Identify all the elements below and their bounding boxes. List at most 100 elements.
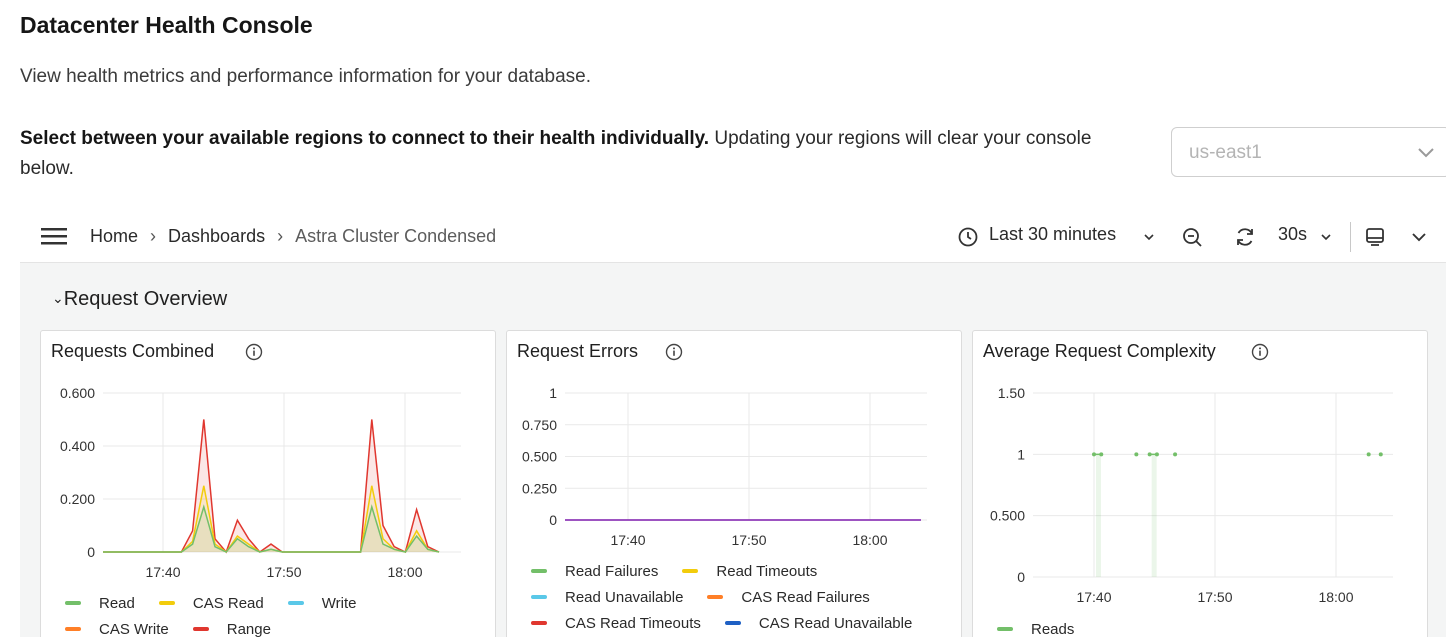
row-toggle-request-overview[interactable]: ⌄Request Overview: [52, 288, 227, 311]
breadcrumb-current: Astra Cluster Condensed: [295, 226, 497, 246]
legend-item[interactable]: CAS Read: [158, 594, 264, 612]
legend-label: Read Failures: [565, 562, 659, 580]
zoom-out-icon[interactable]: [1181, 226, 1203, 248]
chevron-down-icon[interactable]: [1408, 226, 1430, 248]
x-tick-label: 17:50: [731, 532, 766, 548]
breadcrumb-home[interactable]: Home: [90, 226, 138, 247]
legend-row: Reads: [997, 616, 1098, 637]
legend-label: CAS Read: [192, 594, 264, 612]
legend-row: Read Unavailable CAS Read Failures: [531, 584, 936, 610]
legend-swatch: [531, 595, 547, 599]
region-instructions-bold: Select between your available regions to…: [20, 128, 710, 149]
legend-item[interactable]: Read: [65, 595, 135, 612]
breadcrumb-dashboards[interactable]: Dashboards: [168, 226, 265, 247]
breadcrumb-separator: ›: [277, 226, 284, 246]
x-tick-label: 18:00: [1318, 589, 1353, 605]
data-point-reads: [1173, 452, 1178, 457]
legend-swatch: [531, 621, 547, 625]
region-instructions: Select between your available regions to…: [20, 124, 1140, 184]
legend-row: CAS Write Range: [65, 616, 380, 637]
data-point-reads: [1154, 452, 1159, 457]
legend-swatch: [997, 627, 1013, 631]
data-point-reads: [1092, 452, 1096, 457]
panel-requests-combined: Requests Combined 0 0.200 0.400 0.600 17:40 1…: [40, 330, 496, 637]
page-description: View health metrics and performance info…: [20, 66, 592, 87]
series-line-range: [103, 419, 440, 554]
data-point-reads: [1099, 452, 1104, 457]
chevron-down-icon[interactable]: [1140, 228, 1158, 246]
legend-row: CAS Read Timeouts CAS Read Unavailable: [531, 610, 936, 636]
y-tick-label: 0.500: [522, 449, 557, 465]
panel-average-request-complexity: Average Request Complexity 0 0.500 1 1.50 17…: [972, 330, 1428, 637]
chart-average-request-complexity: 0 0.500 1 1.50 17:40 17:50 18:00: [990, 385, 1393, 605]
legend-item[interactable]: Reads: [997, 621, 1074, 637]
legend-label: Read Unavailable: [565, 588, 684, 606]
legend-swatch: [287, 601, 304, 605]
series-bar-reads: [1096, 454, 1101, 577]
legend-item[interactable]: Read Unavailable: [531, 589, 683, 606]
y-tick-label: 0: [549, 512, 557, 528]
x-tick-label: 18:00: [387, 564, 422, 580]
legend: Read CAS Read Write CAS Write Range: [65, 590, 380, 637]
legend-item[interactable]: Range: [192, 620, 271, 637]
x-tick-label: 17:40: [1076, 589, 1111, 605]
breadcrumb: Home › Dashboards › Astra Cluster Conden…: [90, 226, 496, 247]
legend-row: Read Failures Read Timeouts: [531, 558, 936, 584]
legend-item[interactable]: Read Timeouts: [682, 563, 817, 580]
legend-item[interactable]: CAS Read Timeouts: [531, 615, 701, 632]
y-tick-label: 0.600: [60, 385, 95, 401]
legend-label: Read Timeouts: [716, 562, 818, 580]
x-tick-label: 17:40: [145, 564, 180, 580]
data-point-reads: [1378, 452, 1383, 457]
legend-item[interactable]: CAS Read Unavailable: [724, 614, 913, 632]
clock-icon: [958, 227, 978, 247]
legend-label: Range: [226, 620, 271, 637]
dashboard-embed: Home › Dashboards › Astra Cluster Conden…: [20, 210, 1446, 637]
legend-label: CAS Read Timeouts: [565, 614, 701, 632]
legend-item[interactable]: CAS Write: [65, 621, 169, 637]
chevron-down-icon: ⌄: [52, 290, 64, 306]
data-point-reads: [1134, 452, 1139, 457]
tv-mode-icon[interactable]: [1364, 226, 1386, 248]
y-tick-label: 1.50: [998, 385, 1025, 401]
legend-item[interactable]: Write: [287, 594, 357, 612]
legend-swatch: [724, 621, 741, 625]
legend-swatch: [531, 569, 547, 573]
legend-label: Read: [99, 594, 135, 612]
legend-label: Reads: [1031, 620, 1075, 637]
region-select[interactable]: us-east1: [1171, 127, 1446, 177]
refresh-interval-picker[interactable]: 30s: [1278, 224, 1307, 245]
dashboard-toolbar: Home › Dashboards › Astra Cluster Conden…: [20, 210, 1446, 263]
time-range-picker[interactable]: Last 30 minutes: [989, 224, 1116, 245]
series-bar-reads: [1151, 454, 1157, 577]
y-tick-label: 0.750: [522, 417, 557, 433]
legend-item[interactable]: Read Failures: [531, 563, 658, 580]
y-tick-label: 0.400: [60, 438, 95, 454]
x-tick-label: 17:40: [610, 532, 645, 548]
legend-label: Write: [321, 594, 357, 612]
page-title: Datacenter Health Console: [20, 12, 313, 38]
legend-label: CAS Write: [99, 620, 169, 637]
y-tick-label: 1: [1017, 446, 1025, 462]
panel-request-errors: Request Errors 0 0.250 0.500 0.750 1 17:40 17:…: [506, 330, 962, 637]
legend-label: CAS Read Failures: [741, 588, 870, 606]
y-tick-label: 0.500: [990, 508, 1025, 524]
hamburger-menu-icon[interactable]: [40, 226, 68, 246]
legend-swatch: [707, 595, 724, 599]
legend-row: Read CAS Read Write: [65, 590, 380, 616]
refresh-icon[interactable]: [1234, 226, 1256, 248]
toolbar-divider: [1350, 222, 1351, 252]
legend-swatch: [158, 601, 175, 605]
legend-swatch: [65, 627, 81, 631]
breadcrumb-separator: ›: [150, 226, 157, 246]
legend-swatch: [65, 601, 81, 605]
chevron-down-icon[interactable]: [1317, 228, 1335, 246]
series-area-range: [103, 419, 439, 552]
data-point-reads: [1366, 452, 1371, 457]
legend-label: CAS Read Unavailable: [758, 614, 913, 632]
legend-swatch: [192, 627, 209, 631]
x-tick-label: 17:50: [266, 564, 301, 580]
legend: Reads: [997, 616, 1098, 637]
legend-item[interactable]: CAS Read Failures: [707, 588, 870, 606]
chevron-down-icon: [1418, 148, 1434, 158]
